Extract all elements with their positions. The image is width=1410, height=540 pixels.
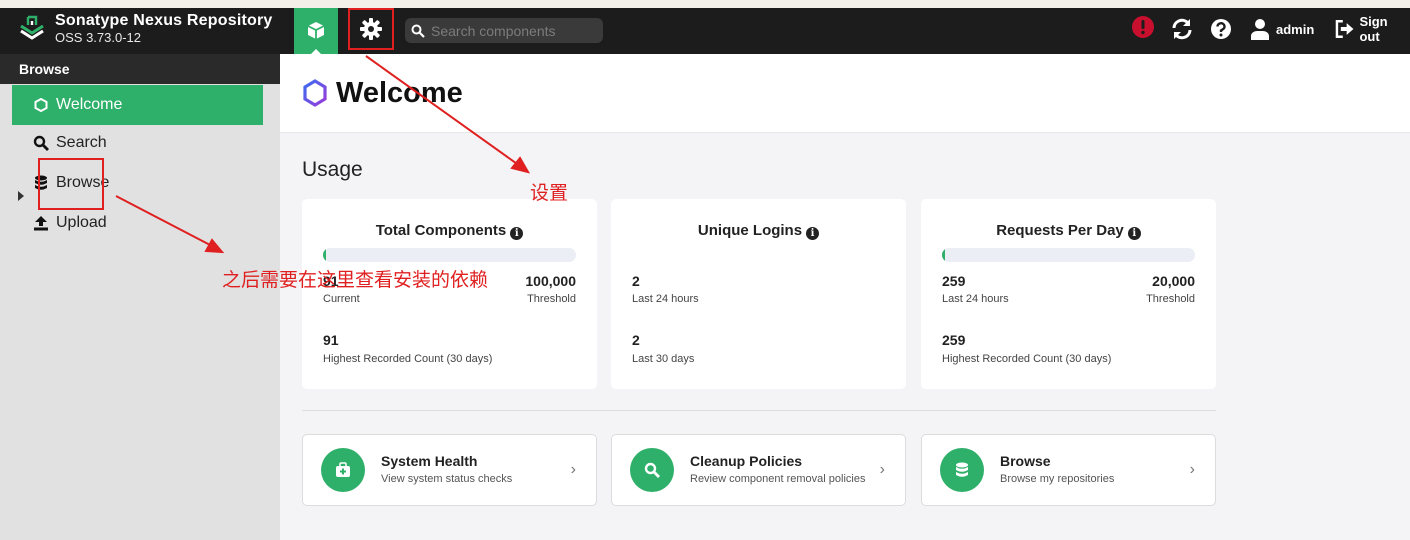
logins-24h-label: Last 24 hours: [632, 293, 699, 305]
browse-mode-button[interactable]: [294, 8, 338, 55]
search-icon: [630, 448, 674, 492]
hexagon-icon: [32, 96, 50, 114]
link-title: Browse: [1000, 453, 1051, 469]
upload-icon: [32, 214, 50, 232]
chevron-right-icon: ›: [879, 461, 885, 478]
link-description: Browse my repositories: [1000, 473, 1115, 485]
settings-button[interactable]: [348, 8, 394, 50]
settings-annotation: 设置: [530, 183, 569, 204]
current-label: Current: [323, 293, 360, 305]
user-name: admin: [1276, 21, 1315, 37]
progress-fill: [942, 248, 946, 262]
threshold-value: 20,000: [1152, 273, 1195, 289]
logins-24h-value: 2: [632, 273, 640, 289]
logins-30d-value: 2: [632, 332, 640, 348]
alert-icon: [1132, 16, 1154, 38]
sidebar-item-search[interactable]: Search: [12, 123, 263, 163]
user-icon: [1251, 19, 1269, 40]
system-health-link[interactable]: System Health View system status checks …: [302, 434, 597, 506]
info-icon[interactable]: i: [510, 227, 524, 240]
link-description: View system status checks: [381, 473, 513, 485]
info-icon[interactable]: i: [806, 227, 820, 240]
search-box[interactable]: [405, 18, 603, 43]
sidebar-heading: Browse: [0, 54, 280, 84]
alert-button[interactable]: [1132, 16, 1154, 38]
browse-link[interactable]: Browse Browse my repositories ›: [921, 434, 1216, 506]
peak-label: Highest Recorded Count (30 days): [323, 353, 493, 365]
link-title: System Health: [381, 453, 478, 469]
progress-bar: [323, 248, 576, 262]
user-menu[interactable]: admin: [1250, 16, 1314, 42]
threshold-label: Threshold: [527, 293, 576, 305]
current-value: 259: [942, 273, 966, 289]
peak-label: Highest Recorded Count (30 days): [942, 353, 1112, 365]
refresh-button[interactable]: [1170, 16, 1194, 42]
link-description: Review component removal policies: [690, 473, 866, 485]
search-icon: [32, 134, 50, 152]
threshold-value: 100,000: [525, 273, 576, 289]
card-title: Total Components: [375, 222, 507, 239]
hexagon-logo-icon: [303, 79, 327, 107]
sidebar-item-label: Search: [56, 134, 107, 151]
database-icon: [940, 448, 984, 492]
unique-logins-card: Unique Logins i 2 Last 24 hours 2 Last 30…: [611, 199, 906, 389]
peak-value: 91: [323, 332, 339, 348]
signout-icon: [1335, 20, 1354, 38]
requests-per-day-card: Requests Per Day i 259 Last 24 hours 20,0…: [921, 199, 1216, 389]
sidebar-item-label: Upload: [56, 214, 107, 231]
health-kit-icon: [321, 448, 365, 492]
top-strip: [0, 0, 1410, 8]
sidebar-item-label: Welcome: [56, 96, 123, 113]
page-header: Welcome: [280, 54, 1410, 133]
progress-fill: [323, 248, 326, 262]
link-title: Cleanup Policies: [690, 453, 803, 469]
app-title: Sonatype Nexus Repository: [55, 12, 273, 29]
gear-icon: [360, 18, 382, 40]
page-title: Welcome: [336, 76, 463, 109]
refresh-icon: [1172, 18, 1192, 40]
browse-annotation: 之后需要在这里查看安装的依赖: [222, 270, 489, 291]
cleanup-policies-link[interactable]: Cleanup Policies Review component remova…: [611, 434, 906, 506]
card-title: Requests Per Day: [996, 222, 1124, 239]
nexus-logo-icon: [20, 15, 44, 40]
card-title: Unique Logins: [697, 222, 803, 239]
info-icon[interactable]: i: [1127, 227, 1141, 240]
signout-button[interactable]: Sign out: [1335, 14, 1410, 44]
main-content: Welcome Usage Total Components i 91 Curre…: [280, 54, 1410, 540]
help-button[interactable]: [1210, 16, 1232, 42]
brand[interactable]: Sonatype Nexus Repository OSS 3.73.0-12: [18, 12, 273, 46]
browse-cube-icon: [307, 22, 325, 39]
app-version: OSS 3.73.0-12: [55, 30, 141, 45]
progress-bar: [942, 248, 1195, 262]
search-icon: [411, 24, 425, 38]
chevron-right-icon: ›: [1189, 461, 1195, 478]
divider: [302, 410, 1216, 411]
help-icon: [1211, 19, 1231, 39]
sidebar: Browse Welcome Search Browse Upload: [0, 54, 280, 540]
signout-label: Sign out: [1359, 14, 1388, 44]
sidebar-item-welcome[interactable]: Welcome: [12, 85, 263, 125]
peak-value: 259: [942, 332, 966, 348]
usage-title: Usage: [302, 158, 363, 181]
total-components-card: Total Components i 91 Current 100,000 Thr…: [302, 199, 597, 389]
chevron-right-icon: ›: [570, 461, 576, 478]
current-label: Last 24 hours: [942, 293, 1009, 305]
threshold-label: Threshold: [1146, 293, 1195, 305]
logins-30d-label: Last 30 days: [632, 353, 695, 365]
browse-highlight-box: [38, 158, 104, 210]
search-input[interactable]: [431, 22, 601, 39]
